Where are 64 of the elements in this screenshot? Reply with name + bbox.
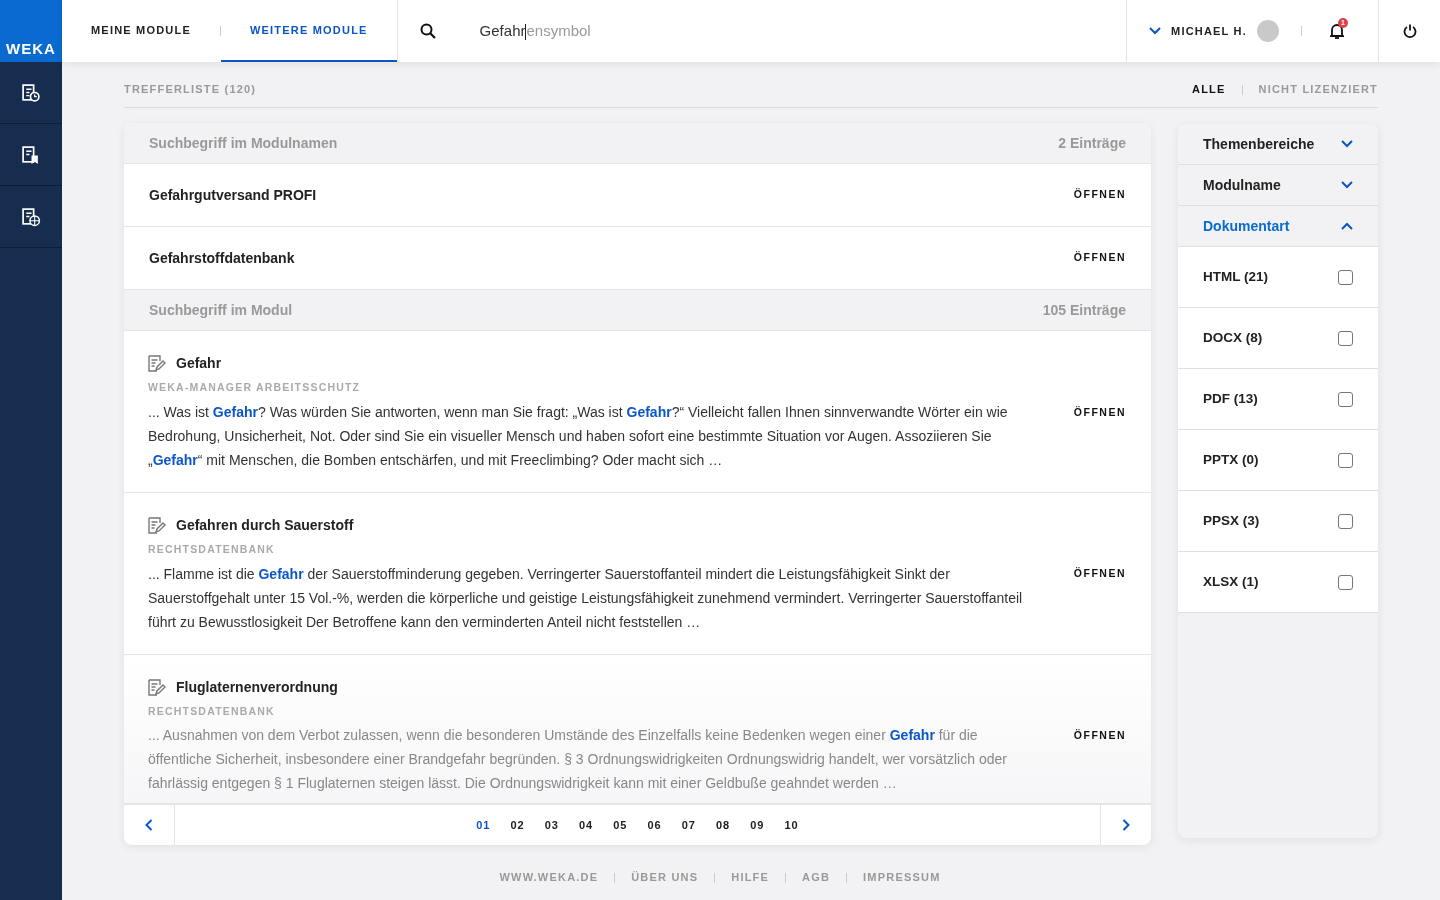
checkbox[interactable] <box>1338 391 1353 407</box>
option-label: PPSX (3) <box>1203 511 1260 530</box>
document-title[interactable]: Fluglaternenverordnung <box>176 676 338 698</box>
document-edit-icon <box>148 678 166 696</box>
search-icon[interactable] <box>419 23 436 39</box>
page-button[interactable]: 08 <box>708 815 739 836</box>
open-button[interactable]: ÖFFNEN <box>1073 187 1126 203</box>
page-button[interactable]: 07 <box>673 815 704 836</box>
checkbox[interactable] <box>1338 513 1353 529</box>
checkbox[interactable] <box>1338 574 1353 590</box>
option-label: PPTX (0) <box>1203 450 1259 469</box>
open-button[interactable]: ÖFFNEN <box>1073 728 1126 744</box>
filter-section-header[interactable]: Themenbereiche <box>1178 124 1378 165</box>
module-title: Gefahrstoffdatenbank <box>149 248 295 268</box>
entry-count: 105 Einträge <box>1042 300 1126 320</box>
group-title: Suchbegriff im Modulnamen <box>149 133 338 153</box>
chevron-right-icon <box>1122 819 1130 832</box>
document-title[interactable]: Gefahren durch Sauerstoff <box>176 514 354 536</box>
logo[interactable]: WEKA <box>0 0 62 62</box>
chevron-down-icon[interactable] <box>1149 27 1162 35</box>
open-button[interactable]: ÖFFNEN <box>1073 404 1126 421</box>
results-count: TREFFERLISTE (120) <box>124 82 257 98</box>
option-label: HTML (21) <box>1203 267 1268 286</box>
chevron-left-icon <box>145 819 153 832</box>
page-button[interactable]: 02 <box>502 815 533 836</box>
source-label: WEKA-MANAGER ARBEITSSCHUTZ <box>148 380 362 395</box>
page-button[interactable]: 01 <box>468 815 499 836</box>
search-field[interactable]: Gefahrensymbol <box>479 19 591 43</box>
option-label: XLSX (1) <box>1203 572 1259 591</box>
page-button[interactable]: 04 <box>571 815 602 836</box>
chevron-down-icon <box>1341 140 1353 148</box>
source-label: RECHTSDATENBANK <box>148 541 276 557</box>
chevron-down-icon <box>1341 181 1353 189</box>
document-edit-icon <box>148 355 166 372</box>
filter-link[interactable]: ALLE <box>1192 81 1226 98</box>
open-button[interactable]: ÖFFNEN <box>1073 250 1126 266</box>
bell-icon[interactable] <box>1330 23 1344 39</box>
page-button[interactable]: 06 <box>639 815 670 836</box>
document-title[interactable]: Gefahr <box>176 353 222 374</box>
text-snippet: ... Was ist Gefahr? Was würden Sie antworten, wenn man Sie fragt: „Was ist Gefahr?“ Vielleicht fallen Ihnen sinnverwandte Wörter ein wie Bedrohung, Unsicherheit, Not. Oder sind Sie ein visueller Mensch und haben sofort eine bestimmte Situation vor Augen. Assoziieren Sie „Gefahr“ mit Menschen, die Bomben entschärfen, und mit Freeclimbing? Oder macht sich … <box>148 402 1009 470</box>
user-name[interactable]: MICHAEL H. <box>1171 22 1247 40</box>
page-button[interactable]: 05 <box>605 815 636 836</box>
tab[interactable]: WEITERE MODULE <box>220 0 397 62</box>
page-button[interactable]: 10 <box>776 815 807 836</box>
filter-section-header[interactable]: Modulname <box>1178 165 1378 206</box>
document-edit-icon <box>148 516 166 534</box>
chevron-up-icon <box>1341 222 1353 230</box>
checkbox[interactable] <box>1338 330 1353 346</box>
checkbox[interactable] <box>1338 452 1353 468</box>
option-label: DOCX (8) <box>1203 328 1263 347</box>
checkbox[interactable] <box>1338 269 1353 285</box>
open-button[interactable]: ÖFFNEN <box>1073 566 1126 582</box>
entry-count: 2 Einträge <box>1058 133 1126 153</box>
filter-section-header[interactable]: Dokumentart <box>1178 206 1378 247</box>
group-title: Suchbegriff im Modul <box>149 300 293 320</box>
power-icon[interactable] <box>1402 24 1417 38</box>
source-label: RECHTSDATENBANK <box>148 703 276 719</box>
page-button[interactable]: 09 <box>742 815 773 836</box>
text-snippet: ... Ausnahmen von dem Verbot zulassen, wenn die besonderen Umstände des Einzelfalls keine Bedenken wegen einer Gefahr für die öffentliche Sicherheit, insbesondere einer Brandgefahr begründen. § 3 Ordnungswidrigkeiten Ordnungswidrig handelt, wer vorsätzlich oder fahrlässig entgegen § 1 Fluglaternen steigen lässt. Die Ordnungswidrigkeit kann mit einer Geldbuße geahndet werden … <box>148 726 1008 794</box>
module-title: Gefahrgutversand PROFI <box>149 185 317 205</box>
text-snippet: ... Flamme ist die Gefahr der Sauerstoffminderung gegeben. Verringerter Sauerstoffanteil mindert die Leistungsfähigkeit Sinkt der Sauerstoffgehalt unter 15 Vol.-%, werden die körperliche und geistige Leistungsfähigkeit zunehmend vermindert. Verringerter Sauerstoffanteil führt zu Bewusstlosigkeit Der Betroffene kann den verminderten Anteil nicht feststellen … <box>148 564 1024 632</box>
page-button[interactable]: 03 <box>536 815 567 836</box>
option-label: PDF (13) <box>1203 389 1258 408</box>
tab[interactable]: MEINE MODULE <box>62 0 220 62</box>
